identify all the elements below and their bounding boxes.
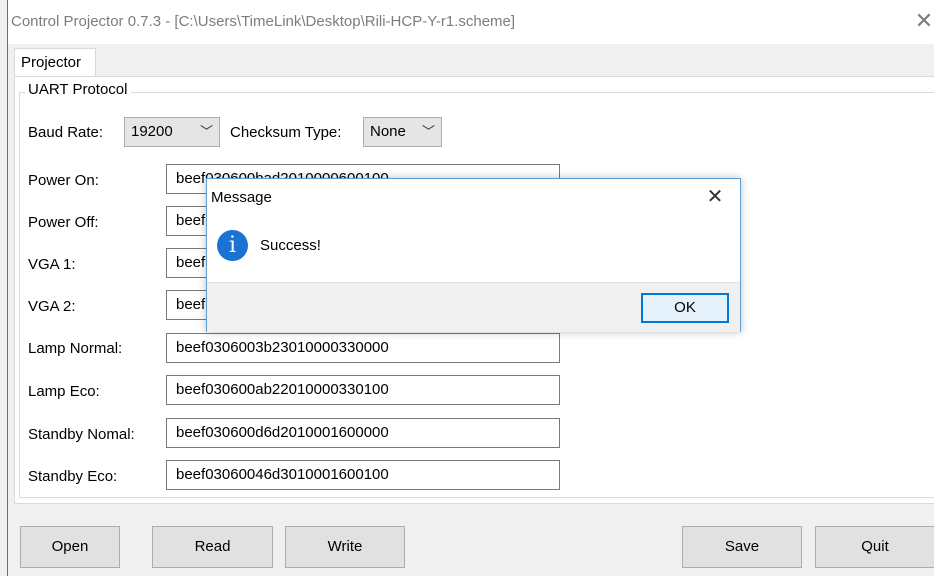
checksum-type-label: Checksum Type: [230,124,342,141]
vga1-label: VGA 1: [28,256,76,273]
quit-button[interactable]: Quit [815,526,934,568]
checksum-type-select[interactable]: None ﹀ [363,117,442,147]
write-button[interactable]: Write [285,526,405,568]
standby-normal-field[interactable]: beef030600d6d2010001600000 [166,418,560,448]
standby-eco-field[interactable]: beef03060046d3010001600100 [166,460,560,490]
window-border [7,0,8,576]
chevron-down-icon: ﹀ [421,124,435,139]
checksum-type-value: None [370,123,406,140]
lamp-eco-field[interactable]: beef030600ab22010000330100 [166,375,560,405]
dialog-title: Message [211,189,272,206]
window-title: Control Projector 0.7.3 - [C:\Users\Time… [11,13,516,30]
standby-normal-label: Standby Nomal: [28,426,135,443]
message-dialog: Message ✕ i Success! OK [206,178,741,332]
baud-rate-label: Baud Rate: [28,124,104,141]
close-icon[interactable]: ✕ [703,185,727,209]
ok-button[interactable]: OK [641,293,729,323]
read-button[interactable]: Read [152,526,273,568]
power-off-label: Power Off: [28,214,99,231]
baud-rate-value: 19200 [131,123,173,140]
dialog-footer: OK [207,282,740,332]
lamp-normal-field[interactable]: beef0306003b23010000330000 [166,333,560,363]
power-on-label: Power On: [28,172,99,189]
title-bar: Control Projector 0.7.3 - [C:\Users\Time… [8,0,934,44]
dialog-message: Success! [260,237,321,254]
main-window: Control Projector 0.7.3 - [C:\Users\Time… [0,0,934,576]
baud-rate-select[interactable]: 19200 ﹀ [124,117,220,147]
groupbox-title: UART Protocol [25,81,131,98]
save-button[interactable]: Save [682,526,802,568]
tab-projector[interactable]: Projector [14,48,96,76]
standby-eco-label: Standby Eco: [28,468,118,485]
open-button[interactable]: Open [20,526,120,568]
lamp-normal-label: Lamp Normal: [28,340,123,357]
info-icon: i [217,230,248,261]
chevron-down-icon: ﹀ [199,124,213,139]
lamp-eco-label: Lamp Eco: [28,383,100,400]
vga2-label: VGA 2: [28,298,76,315]
close-icon[interactable]: ✕ [911,8,934,34]
